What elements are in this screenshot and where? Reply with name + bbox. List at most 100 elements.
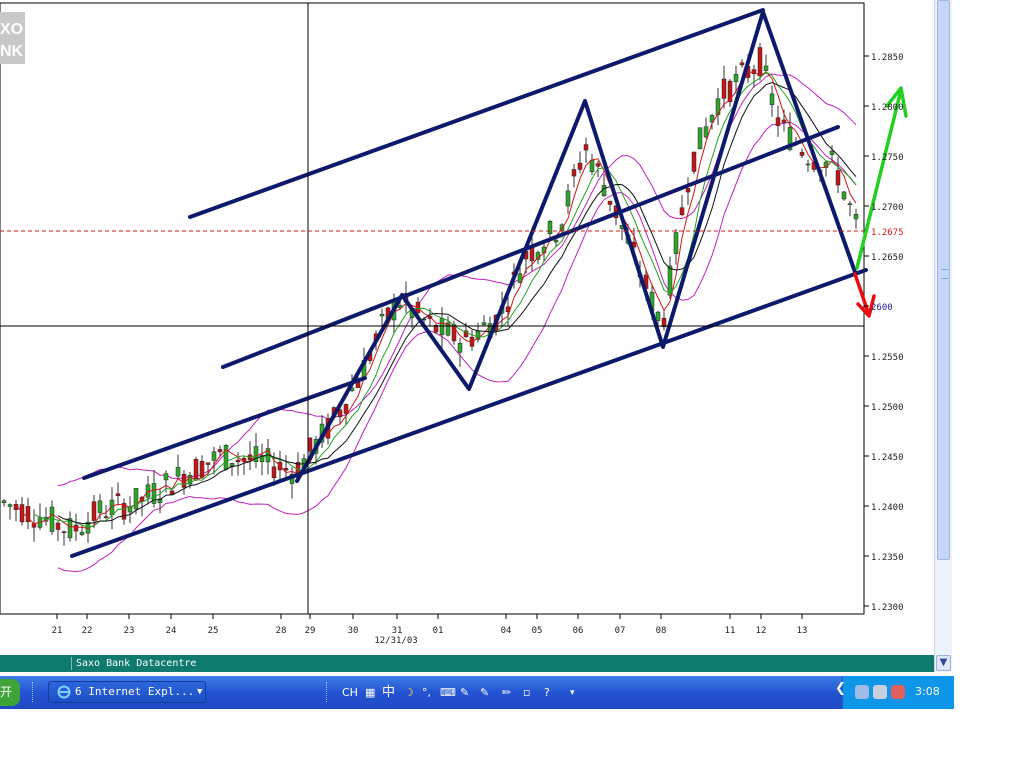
price-label: 1.2550 (871, 353, 904, 363)
candle-down (283, 468, 289, 471)
date-label: 13 (797, 626, 808, 636)
clock: 3:08 (915, 685, 940, 698)
watermark-line-2: NK (0, 43, 24, 60)
candle-up (589, 159, 595, 173)
candle-up (829, 150, 835, 155)
task-internet-explorer[interactable]: 6 Internet Expl... ▼ (48, 681, 206, 703)
candle-down (685, 188, 691, 193)
candle-down (757, 47, 763, 77)
candle-down (271, 466, 277, 478)
network-icon[interactable] (855, 685, 869, 699)
date-label: 25 (208, 626, 219, 636)
candle-down (529, 246, 535, 261)
date-label: 31 (392, 626, 403, 636)
price-label: 1.2700 (871, 203, 904, 213)
candle-down (91, 501, 97, 521)
candle-up (847, 203, 853, 205)
panel-icon[interactable]: ▫ (523, 686, 530, 700)
scrollbar-grip-icon (941, 269, 948, 279)
watermark-line-1: XO (0, 21, 23, 38)
candle-up (763, 65, 769, 71)
candle-down (775, 117, 781, 126)
candle-up (715, 98, 721, 116)
ime-mode[interactable]: 中 (382, 686, 395, 700)
date-label: 12 (756, 626, 767, 636)
date-label: 01 (433, 626, 444, 636)
candle-up (481, 322, 487, 326)
windows-taskbar: 开 6 Internet Expl... ▼ CH ▦ 中 ☽ °, ⌨ ✎ ✎… (0, 676, 954, 709)
chevron-down-icon[interactable]: ▼ (197, 682, 202, 702)
price-label: 1.2750 (871, 153, 904, 163)
candle-down (235, 459, 241, 463)
candle-up (163, 473, 169, 481)
settings-icon[interactable] (873, 685, 887, 699)
candle-up (7, 504, 13, 507)
security-icon[interactable] (891, 685, 905, 699)
price-label: 1.2850 (871, 53, 904, 63)
candle-up (67, 518, 73, 539)
task-label: 6 Internet Expl... (75, 685, 195, 698)
candle-down (103, 516, 109, 518)
candle-up (655, 311, 661, 321)
price-label: 1.2300 (871, 603, 904, 613)
start-label: 开 (0, 685, 13, 699)
options-icon[interactable]: ▾ (570, 686, 575, 700)
candle-up (439, 318, 445, 336)
date-label: 28 (276, 626, 287, 636)
system-tray: ❮ 3:08 (835, 676, 954, 709)
price-label: 2600 (871, 303, 893, 313)
date-label: 24 (166, 626, 177, 636)
tray-expand-icon[interactable]: ❮ (835, 682, 846, 696)
candle-up (175, 467, 181, 477)
start-button[interactable]: 开 (0, 679, 20, 706)
candle-up (769, 93, 775, 105)
price-label: 1.2400 (871, 503, 904, 513)
candle-down (343, 404, 349, 414)
ime-language[interactable]: CH (342, 686, 358, 700)
candle-down (781, 119, 787, 123)
brush-icon[interactable]: ✏ (502, 686, 511, 700)
price-label: 1.2650 (871, 253, 904, 263)
price-label: 1.2450 (871, 453, 904, 463)
pen-icon[interactable]: ✎ (460, 686, 469, 700)
toolbar-grip[interactable] (32, 682, 36, 702)
date-label: 22 (82, 626, 93, 636)
date-label: 23 (124, 626, 135, 636)
candle-down (607, 200, 613, 205)
candle-up (667, 265, 673, 296)
soft-keyboard-icon[interactable]: ⌨ (440, 686, 456, 700)
candle-down (679, 207, 685, 216)
candle-down (205, 462, 211, 465)
candle-up (805, 163, 811, 166)
candle-down (199, 461, 205, 478)
candle-up (853, 213, 859, 220)
candle-down (307, 437, 313, 452)
date-label: 29 (305, 626, 316, 636)
candle-up (565, 190, 571, 207)
candle-down (799, 151, 805, 156)
candle-up (547, 221, 553, 234)
edit-icon[interactable]: ✎ (480, 686, 489, 700)
candle-down (55, 522, 61, 530)
candle-up (79, 531, 85, 536)
candle-up (673, 232, 679, 255)
candle-down (181, 473, 187, 488)
ime-keyboard-icon[interactable]: ▦ (365, 686, 375, 700)
toolbar-grip[interactable] (326, 682, 330, 702)
candle-up (553, 239, 559, 243)
candle-up (517, 273, 523, 283)
internet-explorer-icon (57, 685, 71, 699)
vertical-scrollbar[interactable]: ▼ (934, 0, 952, 672)
scrollbar-thumb[interactable] (937, 0, 950, 560)
moon-icon[interactable]: ☽ (404, 686, 414, 700)
candle-down (193, 459, 199, 480)
price-chart: XO NK 1.2675 1.2850 1.2800 1.2750 1.2700 1.2… (0, 2, 908, 646)
watermark-logo: XO NK (0, 12, 25, 64)
date-label: 21 (52, 626, 63, 636)
candle-down (691, 151, 697, 172)
date-label: 07 (615, 626, 626, 636)
scroll-down-button[interactable]: ▼ (936, 655, 951, 671)
date-label: 05 (532, 626, 543, 636)
punctuation-icon[interactable]: °, (422, 686, 431, 700)
help-icon[interactable]: ? (544, 686, 550, 700)
